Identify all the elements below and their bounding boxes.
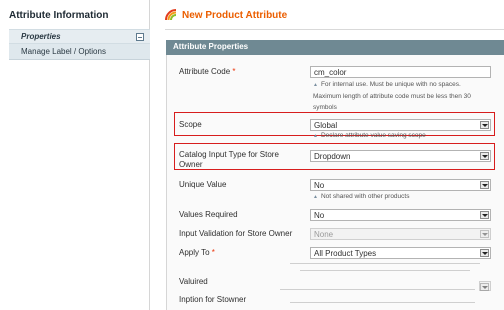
values-required-value: No [314, 211, 325, 220]
chevron-down-icon[interactable] [480, 283, 489, 291]
unique-value-select[interactable]: No [310, 179, 491, 191]
chevron-down-icon[interactable] [480, 152, 489, 160]
attribute-code-label: Attribute Code * [179, 67, 236, 76]
partial-select-1[interactable] [479, 281, 491, 291]
chevron-down-icon[interactable] [480, 249, 489, 257]
required-marker: * [211, 248, 215, 257]
sidebar: Attribute Information Properties Manage … [0, 0, 150, 310]
input-validation-label: Input Validation for Store Owner [179, 229, 293, 238]
tab-manage-label-options-label: Manage Label / Options [21, 47, 106, 56]
partial-label-1: Valuired [179, 277, 208, 286]
apply-to-select[interactable]: All Product Types [310, 247, 491, 259]
attribute-code-hint: ▲ For internal use. Must be unique with n… [313, 81, 471, 111]
chevron-down-icon[interactable] [480, 121, 489, 129]
tab-properties[interactable]: Properties [9, 29, 150, 44]
divider [290, 263, 480, 264]
divider [300, 270, 470, 271]
page-title: New Product Attribute [182, 10, 288, 21]
triangle-icon: ▲ [313, 82, 318, 88]
values-required-label: Values Required [179, 210, 238, 219]
input-type-value: Dropdown [314, 152, 351, 161]
scope-value: Global [314, 121, 338, 130]
rainbow-icon [165, 9, 177, 21]
unique-value-label: Unique Value [179, 180, 227, 189]
unique-value-value: No [314, 181, 325, 190]
required-marker: * [232, 67, 236, 76]
attribute-code-value: cm_color [314, 68, 347, 77]
input-type-select[interactable]: Dropdown [310, 150, 491, 162]
chevron-down-icon[interactable] [480, 230, 489, 238]
chevron-down-icon[interactable] [480, 181, 489, 189]
unique-value-hint: ▲ Not shared with other products [313, 193, 410, 200]
section-header: Attribute Properties [166, 40, 504, 55]
section-title: Attribute Properties [173, 42, 249, 51]
divider [280, 289, 475, 290]
page-header: New Product Attribute [165, 8, 504, 30]
input-validation-select[interactable]: None [310, 228, 491, 240]
triangle-icon: ▲ [313, 133, 318, 139]
partial-label-2: Inption for Stowner [179, 295, 247, 304]
tab-properties-label: Properties [21, 32, 61, 41]
attribute-code-input[interactable]: cm_color [310, 66, 491, 78]
scope-label: Scope [179, 120, 202, 129]
input-type-label: Catalog Input Type for Store Owner [179, 150, 279, 169]
input-validation-value: None [314, 230, 334, 239]
collapse-icon[interactable] [136, 33, 144, 41]
sidebar-title: Attribute Information [9, 10, 109, 21]
tab-manage-label-options[interactable]: Manage Label / Options [9, 44, 150, 60]
scope-hint: ▲ Declare attribute value saving scope [313, 132, 426, 139]
divider [290, 302, 475, 303]
triangle-icon: ▲ [313, 194, 318, 200]
chevron-down-icon[interactable] [480, 211, 489, 219]
apply-to-value: All Product Types [314, 249, 377, 258]
values-required-select[interactable]: No [310, 209, 491, 221]
apply-to-label: Apply To * [179, 248, 215, 257]
